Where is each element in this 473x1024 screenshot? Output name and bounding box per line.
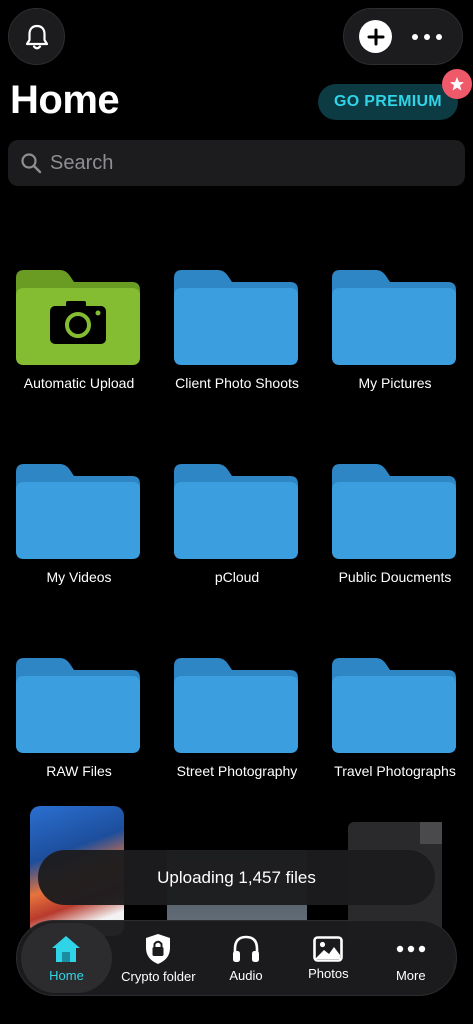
star-icon: [450, 77, 464, 91]
folder-label: My Pictures: [358, 375, 432, 391]
folder-icon: [332, 464, 456, 559]
more-options-button[interactable]: [407, 20, 447, 53]
folder-raw-files[interactable]: RAW Files: [0, 658, 158, 808]
folder-public-documents[interactable]: Public Doucments: [316, 464, 473, 614]
folder-label: Street Photography: [176, 763, 298, 779]
upload-progress-toast[interactable]: Uploading 1,457 files: [38, 850, 435, 905]
folder-street-photography[interactable]: Street Photography: [158, 658, 316, 808]
go-premium-button[interactable]: GO PREMIUM: [318, 84, 458, 120]
folder-my-pictures[interactable]: My Pictures: [316, 270, 473, 420]
tab-crypto-folder[interactable]: Crypto folder: [112, 923, 205, 993]
bell-icon: [25, 24, 48, 49]
tab-label: Audio: [229, 967, 263, 983]
top-actions-group: [343, 8, 463, 65]
folder-pcloud[interactable]: pCloud: [158, 464, 316, 614]
search-icon: [21, 153, 42, 174]
folder-icon: [16, 658, 140, 753]
tab-audio[interactable]: Audio: [205, 923, 287, 993]
folder-icon: [174, 270, 298, 365]
folder-label: Travel Photographs: [334, 763, 456, 779]
folder-label: RAW Files: [46, 763, 112, 779]
camera-folder-icon: [16, 270, 140, 365]
tab-home[interactable]: Home: [21, 923, 112, 993]
tab-label: Home: [49, 967, 84, 983]
folder-automatic-upload[interactable]: Automatic Upload: [0, 270, 158, 420]
search-bar[interactable]: [8, 140, 465, 186]
more-dots-icon: [396, 945, 425, 952]
tab-label: Photos: [308, 965, 349, 981]
folder-label: My Videos: [46, 569, 112, 585]
page-title: Home: [10, 78, 120, 122]
notifications-button[interactable]: [8, 8, 65, 65]
plus-icon: [367, 28, 385, 45]
folder-icon: [332, 270, 456, 365]
premium-star-badge: [442, 69, 472, 99]
ellipsis-icon: [411, 33, 442, 40]
folder-icon: [16, 464, 140, 559]
add-button[interactable]: [359, 20, 393, 53]
folder-travel-photographs[interactable]: Travel Photographs: [316, 658, 473, 808]
headphones-icon: [232, 935, 259, 962]
folder-my-videos[interactable]: My Videos: [0, 464, 158, 614]
search-input[interactable]: [50, 151, 430, 175]
tab-more[interactable]: More: [370, 923, 452, 993]
tab-label: More: [395, 967, 426, 983]
folder-icon: [332, 658, 456, 753]
bottom-tab-bar: Home Crypto folder Audio Photos More: [16, 920, 457, 996]
folder-icon: [174, 464, 298, 559]
lock-shield-icon: [146, 933, 171, 964]
folder-label: Automatic Upload: [23, 375, 135, 391]
tab-label: Crypto folder: [121, 968, 196, 984]
tab-photos[interactable]: Photos: [287, 923, 369, 993]
folder-client-photo-shoots[interactable]: Client Photo Shoots: [158, 270, 316, 420]
folder-label: Public Doucments: [338, 569, 452, 585]
folder-icon: [174, 658, 298, 753]
folder-label: Client Photo Shoots: [175, 375, 299, 391]
photo-icon: [313, 935, 344, 962]
folder-label: pCloud: [214, 569, 260, 585]
home-icon: [52, 935, 81, 962]
